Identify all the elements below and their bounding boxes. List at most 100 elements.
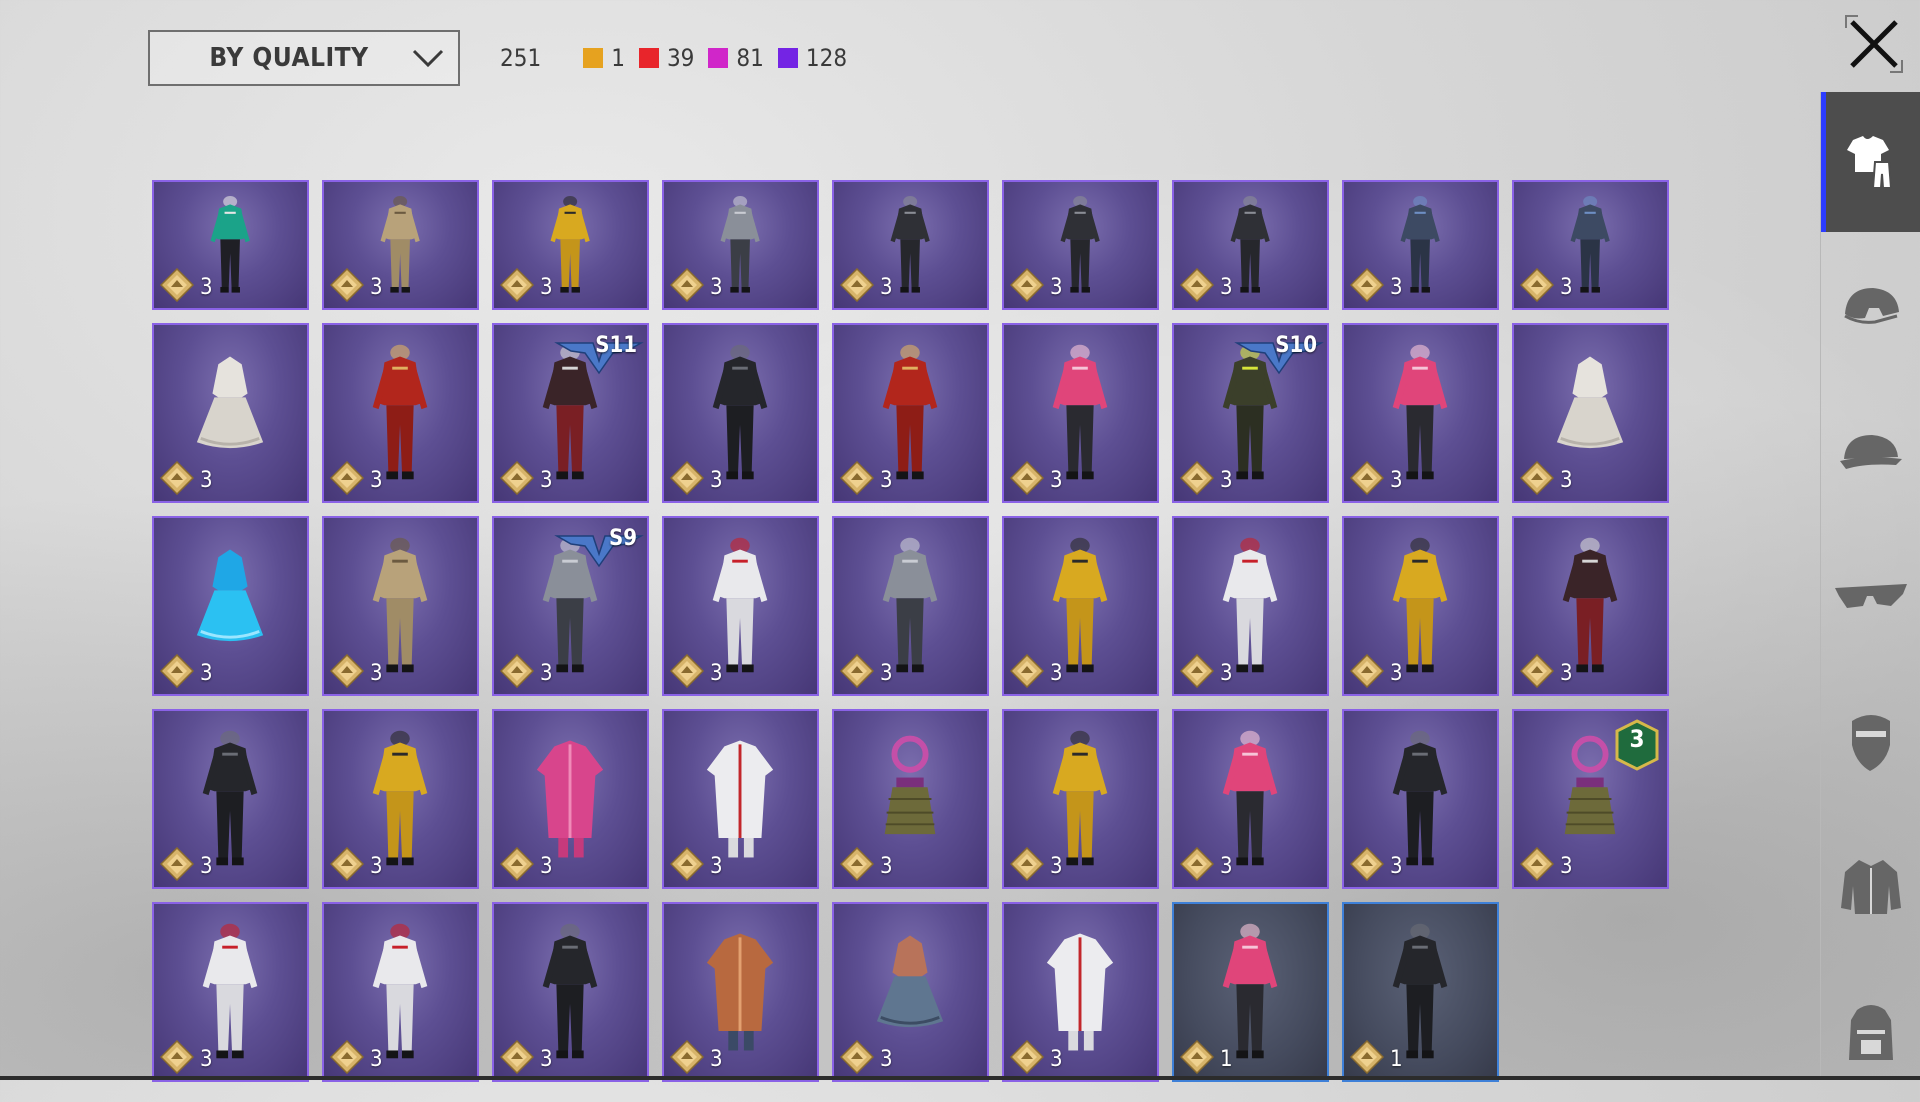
bp-diamond-icon (670, 654, 704, 688)
bp-diamond-icon (1350, 654, 1384, 688)
tab-mask[interactable] (1821, 672, 1920, 812)
inventory-item[interactable]: 3 (1342, 323, 1499, 503)
item-quantity: 3 (880, 468, 893, 493)
tab-outfits[interactable] (1821, 92, 1920, 232)
inventory-item[interactable]: 3 (832, 709, 989, 889)
inventory-item[interactable]: 3 (662, 902, 819, 1082)
inventory-item[interactable]: 3 (152, 516, 309, 696)
inventory-item[interactable]: 3 S9 (492, 516, 649, 696)
bp-diamond-icon (1180, 654, 1214, 688)
legendary-swatch (583, 48, 604, 68)
item-quantity: 3 (370, 275, 383, 300)
sort-dropdown[interactable]: BY QUALITY (148, 30, 460, 86)
inventory-item[interactable]: 3 (662, 323, 819, 503)
inventory-item[interactable]: 3 (1172, 516, 1329, 696)
item-quantity: 3 (1390, 468, 1403, 493)
item-quantity: 3 (1220, 854, 1233, 879)
inventory-item[interactable]: 3 (152, 902, 309, 1082)
cap-icon (1840, 435, 1902, 469)
bp-diamond-icon (330, 654, 364, 688)
inventory-item[interactable]: 3 (832, 516, 989, 696)
bottom-bar (0, 1076, 1920, 1080)
item-quantity: 3 (200, 661, 213, 686)
inventory-item[interactable]: 3 (1512, 323, 1669, 503)
inventory-item[interactable]: 3 (322, 902, 479, 1082)
mythic-swatch (638, 48, 659, 68)
inventory-item[interactable]: 3 (662, 709, 819, 889)
bp-diamond-icon (1180, 1040, 1214, 1074)
inventory-item[interactable]: 3 (1002, 516, 1159, 696)
inventory-item[interactable]: 1 (1342, 902, 1499, 1082)
item-quantity: 3 (1390, 854, 1403, 879)
tab-backpack[interactable] (1821, 962, 1920, 1102)
item-quantity: 3 (1220, 468, 1233, 493)
inventory-item[interactable]: 3 (662, 516, 819, 696)
inventory-item[interactable]: 3 (152, 709, 309, 889)
item-quantity: 3 (1560, 854, 1573, 879)
item-quantity: 3 (540, 661, 553, 686)
inventory-item[interactable]: 3 (492, 902, 649, 1082)
count-legendary-value: 1 (611, 44, 625, 72)
inventory-item[interactable]: 3 (1172, 180, 1329, 310)
item-quantity: 3 (710, 468, 723, 493)
inventory-item[interactable]: 3 (1342, 516, 1499, 696)
inventory-item[interactable]: 3 S10 (1172, 323, 1329, 503)
item-quantity: 3 (880, 854, 893, 879)
inventory-item[interactable]: 3 (492, 180, 649, 310)
inventory-item[interactable]: 3 (322, 180, 479, 310)
close-button[interactable] (1840, 12, 1908, 76)
item-quantity: 3 (710, 854, 723, 879)
inventory-item[interactable]: 3 (492, 709, 649, 889)
bp-diamond-icon (160, 654, 194, 688)
item-quantity: 3 (1390, 275, 1403, 300)
item-quantity: 3 (1220, 275, 1233, 300)
item-quantity: 3 (370, 468, 383, 493)
item-quantity: 3 (710, 661, 723, 686)
item-quantity: 3 (880, 275, 893, 300)
bp-diamond-icon (1350, 1040, 1384, 1074)
bp-diamond-icon (670, 1040, 704, 1074)
rare-swatch (777, 48, 798, 68)
tab-hat[interactable] (1821, 382, 1920, 522)
bp-diamond-icon (1520, 654, 1554, 688)
inventory-item[interactable]: 3 (832, 180, 989, 310)
inventory-item[interactable]: 3 (1512, 180, 1669, 310)
inventory-item[interactable]: 3 (322, 709, 479, 889)
quality-counts: 251 1 39 81 128 (500, 40, 861, 76)
inventory-item[interactable]: 3 (1512, 516, 1669, 696)
count-mythic: 39 (638, 44, 694, 72)
inventory-item[interactable]: 3 (1002, 323, 1159, 503)
tab-helmet[interactable] (1821, 237, 1920, 377)
item-quantity: 3 (1050, 275, 1063, 300)
inventory-item[interactable]: 3 (1172, 709, 1329, 889)
inventory-item[interactable]: 3 (832, 902, 989, 1082)
inventory-item[interactable]: 3 (1002, 180, 1159, 310)
item-quantity: 3 (1560, 661, 1573, 686)
inventory-item[interactable]: 33 (1512, 709, 1669, 889)
count-legendary: 1 (583, 44, 625, 72)
tab-jacket[interactable] (1821, 817, 1920, 957)
item-quantity: 3 (540, 1047, 553, 1072)
inventory-item[interactable]: 3 (322, 516, 479, 696)
inventory-item[interactable]: 1 (1172, 902, 1329, 1082)
inventory-item[interactable]: 3 (322, 323, 479, 503)
inventory-item[interactable]: 3 (1002, 709, 1159, 889)
inventory-item[interactable]: 3 (662, 180, 819, 310)
item-quantity: 1 (1220, 1047, 1233, 1072)
inventory-item[interactable]: 3 (1002, 902, 1159, 1082)
inventory-item[interactable]: 3 (152, 323, 309, 503)
bp-diamond-icon (670, 847, 704, 881)
backpack-icon (1849, 1005, 1893, 1060)
tab-glasses[interactable] (1821, 527, 1920, 667)
bp-diamond-icon (500, 847, 534, 881)
count-rare: 128 (777, 44, 847, 72)
inventory-item[interactable]: 3 (832, 323, 989, 503)
inventory-item[interactable]: 3 S11 (492, 323, 649, 503)
inventory-item[interactable]: 3 (1342, 709, 1499, 889)
inventory-item[interactable]: 3 (1342, 180, 1499, 310)
bp-diamond-icon (500, 1040, 534, 1074)
item-quantity: 3 (1390, 661, 1403, 686)
bp-diamond-icon (1010, 847, 1044, 881)
bp-diamond-icon (500, 461, 534, 495)
inventory-item[interactable]: 3 (152, 180, 309, 310)
